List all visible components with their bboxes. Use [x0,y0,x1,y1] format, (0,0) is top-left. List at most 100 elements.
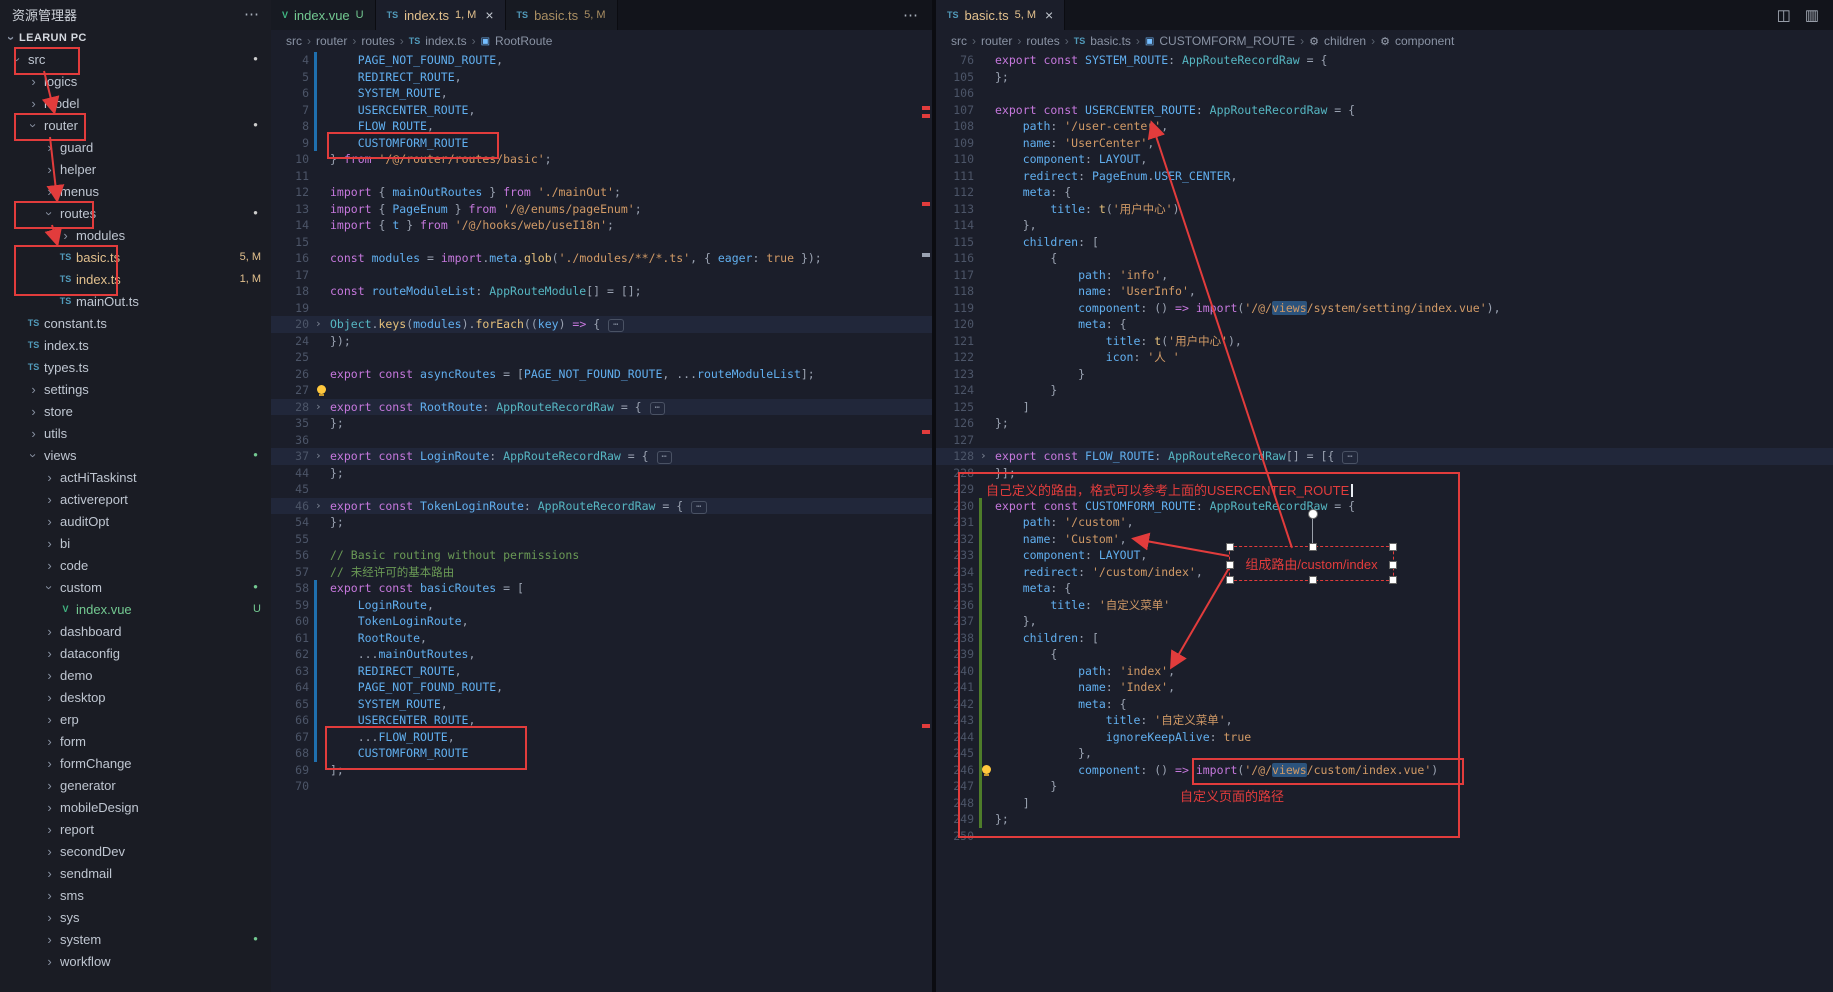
tree-item-types.ts[interactable]: TStypes.ts [0,356,271,378]
line-number[interactable]: 55 [271,531,309,548]
line-number[interactable]: 122 [936,349,974,366]
breadcrumb-item[interactable]: component [1395,34,1454,48]
line-number[interactable]: 248 [936,795,974,812]
tree-item-guard[interactable]: ›guard [0,136,271,158]
code-line[interactable]: 24}); [271,333,932,350]
tree-item-auditOpt[interactable]: ›auditOpt [0,510,271,532]
line-number[interactable]: 240 [936,663,974,680]
line-number[interactable]: 56 [271,547,309,564]
code-line[interactable]: 60 TokenLoginRoute, [271,613,932,630]
code-line[interactable]: 113 title: t('用户中心') [936,201,1833,218]
tree-item-mobileDesign[interactable]: ›mobileDesign [0,796,271,818]
tree-item-code[interactable]: ›code [0,554,271,576]
line-number[interactable]: 16 [271,250,309,267]
lightbulb-icon[interactable] [317,385,326,394]
line-number[interactable]: 68 [271,745,309,762]
code-line[interactable]: 107export const USERCENTER_ROUTE: AppRou… [936,102,1833,119]
line-number[interactable]: 46 [271,498,309,515]
line-number[interactable]: 124 [936,382,974,399]
code-line[interactable]: 36 [271,432,932,449]
line-number[interactable]: 126 [936,415,974,432]
tree-item-actHiTaskinst[interactable]: ›actHiTaskinst [0,466,271,488]
tree-item-secondDev[interactable]: ›secondDev [0,840,271,862]
more-actions-icon[interactable]: ⋯ [244,5,259,23]
line-number[interactable]: 123 [936,366,974,383]
code-line[interactable]: 26export const asyncRoutes = [PAGE_NOT_F… [271,366,932,383]
code-line[interactable]: 245 }, [936,745,1833,762]
code-text[interactable]: name: 'UserCenter', [995,135,1833,152]
code-line[interactable]: 115 children: [ [936,234,1833,251]
code-line[interactable]: 61 RootRoute, [271,630,932,647]
line-number[interactable]: 121 [936,333,974,350]
code-text[interactable]: USERCENTER_ROUTE, [330,102,932,119]
code-line[interactable]: 124 } [936,382,1833,399]
project-section-header[interactable]: › LEARUN PC [0,28,271,48]
line-number[interactable]: 238 [936,630,974,647]
line-number[interactable]: 119 [936,300,974,317]
code-text[interactable]: }, [995,217,1833,234]
folded-region-icon[interactable]: ⋯ [608,319,623,332]
tab-index.vue[interactable]: Vindex.vueU [271,0,376,30]
code-text[interactable]: children: [ [995,630,1833,647]
code-text[interactable]: // Basic routing without permissions [330,547,932,564]
line-number[interactable]: 8 [271,118,309,135]
tree-item-modules[interactable]: ›modules [0,224,271,246]
line-number[interactable]: 109 [936,135,974,152]
code-text[interactable]: export const USERCENTER_ROUTE: AppRouteR… [995,102,1833,119]
code-line[interactable]: 65 SYSTEM_ROUTE, [271,696,932,713]
line-number[interactable]: 35 [271,415,309,432]
line-number[interactable]: 27 [271,382,309,399]
code-line[interactable]: 35}; [271,415,932,432]
folded-region-icon[interactable]: ⋯ [1342,451,1357,464]
code-line[interactable]: 250 [936,828,1833,845]
code-text[interactable]: title: t('用户中心') [995,201,1833,218]
code-text[interactable]: redirect: PageEnum.USER_CENTER, [995,168,1833,185]
code-line[interactable]: 20›Object.keys(modules).forEach((key) =>… [271,316,932,333]
line-number[interactable]: 125 [936,399,974,416]
line-number[interactable]: 25 [271,349,309,366]
tree-item-utils[interactable]: ›utils [0,422,271,444]
code-line[interactable]: 123 } [936,366,1833,383]
code-line[interactable]: 59 LoginRoute, [271,597,932,614]
code-line[interactable]: 244 ignoreKeepAlive: true [936,729,1833,746]
code-line[interactable]: 14import { t } from '/@/hooks/web/useI18… [271,217,932,234]
line-number[interactable]: 18 [271,283,309,300]
line-number[interactable]: 37 [271,448,309,465]
more-actions-icon[interactable]: ⋯ [903,6,918,24]
code-line[interactable]: 128›export const FLOW_ROUTE: AppRouteRec… [936,448,1833,465]
code-text[interactable]: meta: { [995,580,1833,597]
code-line[interactable]: 11 [271,168,932,185]
code-text[interactable]: { [995,646,1833,663]
code-text[interactable]: meta: { [995,184,1833,201]
code-text[interactable]: SYSTEM_ROUTE, [330,696,932,713]
code-line[interactable]: 12import { mainOutRoutes } from './mainO… [271,184,932,201]
breadcrumb-item[interactable]: index.ts [425,34,466,48]
code-line[interactable]: 37›export const LoginRoute: AppRouteReco… [271,448,932,465]
code-line[interactable]: 46›export const TokenLoginRoute: AppRout… [271,498,932,515]
code-line[interactable]: 25 [271,349,932,366]
code-text[interactable]: }, [995,745,1833,762]
code-line[interactable]: 67 ...FLOW_ROUTE, [271,729,932,746]
code-line[interactable]: 126}; [936,415,1833,432]
code-text[interactable]: USERCENTER_ROUTE, [330,712,932,729]
line-number[interactable]: 64 [271,679,309,696]
code-line[interactable]: 240 path: 'index', [936,663,1833,680]
tree-item-routes[interactable]: ›routes● [0,202,271,224]
code-text[interactable]: RootRoute, [330,630,932,647]
code-text[interactable]: meta: { [995,316,1833,333]
code-line[interactable]: 13import { PageEnum } from '/@/enums/pag… [271,201,932,218]
breadcrumb-item[interactable]: src [951,34,967,48]
fold-chevron-icon[interactable]: › [315,498,322,515]
code-line[interactable]: 229 [936,481,1833,498]
tree-item-index.vue[interactable]: Vindex.vueU [0,598,271,620]
code-line[interactable]: 238 children: [ [936,630,1833,647]
code-text[interactable]: CUSTOMFORM_ROUTE [330,745,932,762]
code-line[interactable]: 17 [271,267,932,284]
code-text[interactable]: }; [995,811,1833,828]
code-line[interactable]: 249}; [936,811,1833,828]
code-line[interactable]: 69]; [271,762,932,779]
line-number[interactable]: 57 [271,564,309,581]
code-text[interactable]: }; [995,415,1833,432]
line-number[interactable]: 54 [271,514,309,531]
code-text[interactable]: title: t('用户中心'), [995,333,1833,350]
